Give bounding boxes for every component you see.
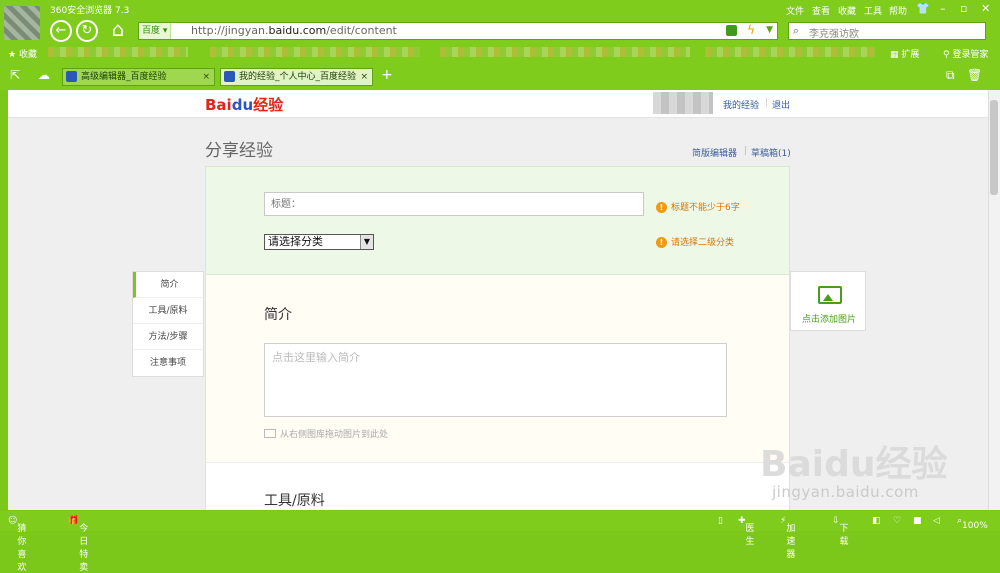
bookmark-items-blurred bbox=[440, 47, 690, 57]
chevron-down-icon: ▼ bbox=[360, 235, 373, 249]
browser-title: 360安全浏览器 7.3 bbox=[50, 6, 130, 16]
zoom-button[interactable]: ⌕ 100% bbox=[957, 516, 988, 531]
accelerator-button[interactable]: ⚡ 加速器 bbox=[780, 516, 795, 560]
favorites-button[interactable]: ★ 收藏 bbox=[8, 47, 37, 60]
restore-tabs-icon[interactable]: ⧉ bbox=[946, 68, 955, 83]
user-name-blurred bbox=[653, 92, 713, 114]
user-avatar[interactable] bbox=[4, 6, 40, 40]
paw-icon bbox=[66, 71, 77, 82]
menu-favorites[interactable]: 收藏 bbox=[838, 4, 856, 17]
search-engine-selector[interactable]: 百度 ▾ bbox=[139, 23, 172, 39]
add-image-icon bbox=[818, 286, 842, 304]
page-title: 分享经验 bbox=[205, 141, 273, 161]
login-button[interactable]: ⚲ 登录管家 bbox=[943, 47, 988, 60]
window-icon[interactable]: ■ bbox=[913, 516, 922, 526]
new-tab-button[interactable]: + bbox=[381, 67, 393, 83]
search-placeholder: 李克强访欧 bbox=[809, 29, 859, 40]
address-bar[interactable]: 百度 ▾ http://jingyan.baidu.com/edit/conte… bbox=[138, 22, 778, 40]
section-divider bbox=[206, 462, 789, 463]
sidebar-edge[interactable] bbox=[0, 90, 8, 510]
minimize-icon[interactable]: – bbox=[940, 2, 946, 15]
search-icon: ⌕ bbox=[793, 24, 800, 37]
qr-icon[interactable] bbox=[726, 25, 737, 36]
menu-view[interactable]: 查看 bbox=[812, 4, 830, 17]
intro-heading: 简介 bbox=[264, 307, 292, 323]
watermark-logo: Baidu经验 bbox=[760, 444, 948, 485]
download-button[interactable]: ⇩ 下载 bbox=[832, 516, 849, 547]
my-experience-link[interactable]: 我的经验 bbox=[723, 98, 759, 111]
bookmark-items-blurred bbox=[48, 47, 188, 57]
sidenav-item-notes[interactable]: 注意事项 bbox=[133, 350, 203, 376]
section-nav: 简介 工具/原料 方法/步骤 注意事项 bbox=[132, 271, 204, 377]
share-icon[interactable]: ⇱ bbox=[10, 68, 20, 82]
menu-tools[interactable]: 工具 bbox=[864, 4, 882, 17]
mute-icon[interactable]: ◧ bbox=[872, 516, 881, 526]
add-image-label: 点击添加图片 bbox=[801, 315, 856, 325]
tab-label: 我的经验_个人中心_百度经验 bbox=[239, 72, 357, 82]
logout-link[interactable]: 退出 bbox=[772, 98, 790, 111]
category-select-value: 请选择分类 bbox=[268, 235, 323, 248]
status-bar: ☺ 猜你喜欢 🎁 今日特卖 ▯ ✚ 医生 ⚡ 加速器 ⇩ 下载 ◧ ♡ ■ ◁ … bbox=[0, 511, 1000, 573]
maximize-icon[interactable]: ▫ bbox=[960, 2, 967, 15]
editor-card: !标题不能少于6字 请选择分类 ▼ !请选择二级分类 简介 点击这里输入简介 从… bbox=[205, 166, 790, 510]
login-label: 登录管家 bbox=[952, 50, 989, 60]
lightning-icon[interactable]: ϟ bbox=[747, 23, 755, 37]
bookmark-items-blurred bbox=[210, 47, 420, 57]
doctor-button[interactable]: ✚ 医生 bbox=[738, 516, 755, 547]
search-box[interactable]: ⌕ 李克强访欧 bbox=[788, 22, 986, 40]
intro-textarea[interactable]: 点击这里输入简介 bbox=[264, 343, 727, 417]
menu-help[interactable]: 帮助 bbox=[889, 4, 907, 17]
home-icon[interactable]: ⌂ bbox=[106, 18, 130, 42]
tab-label: 高级编辑器_百度经验 bbox=[81, 72, 167, 82]
drag-hint: 从右侧图库拖动图片到此处 bbox=[264, 427, 388, 440]
paw-icon bbox=[224, 71, 235, 82]
site-header: Baidu经验 我的经验 | 退出 bbox=[8, 90, 988, 118]
divider: | bbox=[744, 146, 748, 156]
title-input[interactable] bbox=[264, 192, 644, 216]
favorites-label: 收藏 bbox=[18, 50, 37, 60]
category-warning: ! 请选择二级分类 bbox=[656, 235, 734, 248]
today-sale-button[interactable]: 🎁 今日特卖 bbox=[68, 516, 88, 573]
scrollbar-thumb[interactable] bbox=[990, 100, 998, 195]
tab-close-icon[interactable]: × bbox=[360, 69, 368, 85]
watermark-url: jingyan.baidu.com bbox=[772, 483, 919, 501]
guess-you-like-button[interactable]: ☺ 猜你喜欢 bbox=[8, 516, 26, 573]
divider: | bbox=[765, 98, 769, 108]
menu-file[interactable]: 文件 bbox=[786, 4, 804, 17]
heart-icon[interactable]: ♡ bbox=[893, 516, 901, 526]
category-select[interactable]: 请选择分类 ▼ bbox=[264, 234, 374, 250]
phone-icon[interactable]: ▯ bbox=[718, 516, 723, 526]
tools-heading: 工具/原料 bbox=[264, 493, 325, 509]
page-viewport: Baidu经验 我的经验 | 退出 分享经验 简版编辑器 | 草稿箱(1) !标… bbox=[8, 90, 988, 510]
tab-my-experience[interactable]: 我的经验_个人中心_百度经验 × bbox=[220, 68, 373, 86]
baidu-jingyan-logo[interactable]: Baidu经验 bbox=[205, 94, 283, 115]
sidenav-item-intro[interactable]: 简介 bbox=[133, 272, 203, 298]
warning-icon: ! bbox=[656, 202, 667, 213]
skin-icon[interactable]: 👕 bbox=[916, 2, 930, 15]
extensions-label: 扩展 bbox=[901, 50, 920, 60]
title-section: !标题不能少于6字 请选择分类 ▼ !请选择二级分类 bbox=[206, 167, 789, 275]
close-icon[interactable]: ✕ bbox=[981, 2, 990, 15]
add-image-button[interactable]: 点击添加图片 bbox=[790, 271, 866, 331]
cloud-icon[interactable]: ☁ bbox=[38, 68, 50, 82]
trash-icon[interactable]: 🗑 bbox=[967, 68, 982, 82]
url-text[interactable]: http://jingyan.baidu.com/edit/content bbox=[191, 23, 397, 39]
dropdown-icon[interactable]: ▼ bbox=[766, 25, 773, 35]
back-icon[interactable]: ← bbox=[50, 20, 72, 42]
sidenav-item-steps[interactable]: 方法/步骤 bbox=[133, 324, 203, 350]
drafts-link[interactable]: 草稿箱(1) bbox=[751, 146, 791, 159]
browser-chrome: 360安全浏览器 7.3 ← ↻ ⌂ 百度 ▾ http://jingyan.b… bbox=[0, 0, 1000, 90]
extensions-button[interactable]: ▦ 扩展 bbox=[890, 47, 919, 60]
tab-close-icon[interactable]: × bbox=[202, 69, 210, 85]
refresh-icon[interactable]: ↻ bbox=[76, 20, 98, 42]
simple-editor-link[interactable]: 简版编辑器 bbox=[692, 146, 737, 159]
title-warning: ! 标题不能少于6字 bbox=[656, 200, 740, 213]
image-icon bbox=[264, 429, 276, 438]
volume-icon[interactable]: ◁ bbox=[933, 516, 940, 526]
bookmark-items-blurred bbox=[705, 47, 875, 57]
sidenav-item-tools[interactable]: 工具/原料 bbox=[133, 298, 203, 324]
tab-advanced-editor[interactable]: 高级编辑器_百度经验 × bbox=[62, 68, 215, 86]
warning-icon: ! bbox=[656, 237, 667, 248]
